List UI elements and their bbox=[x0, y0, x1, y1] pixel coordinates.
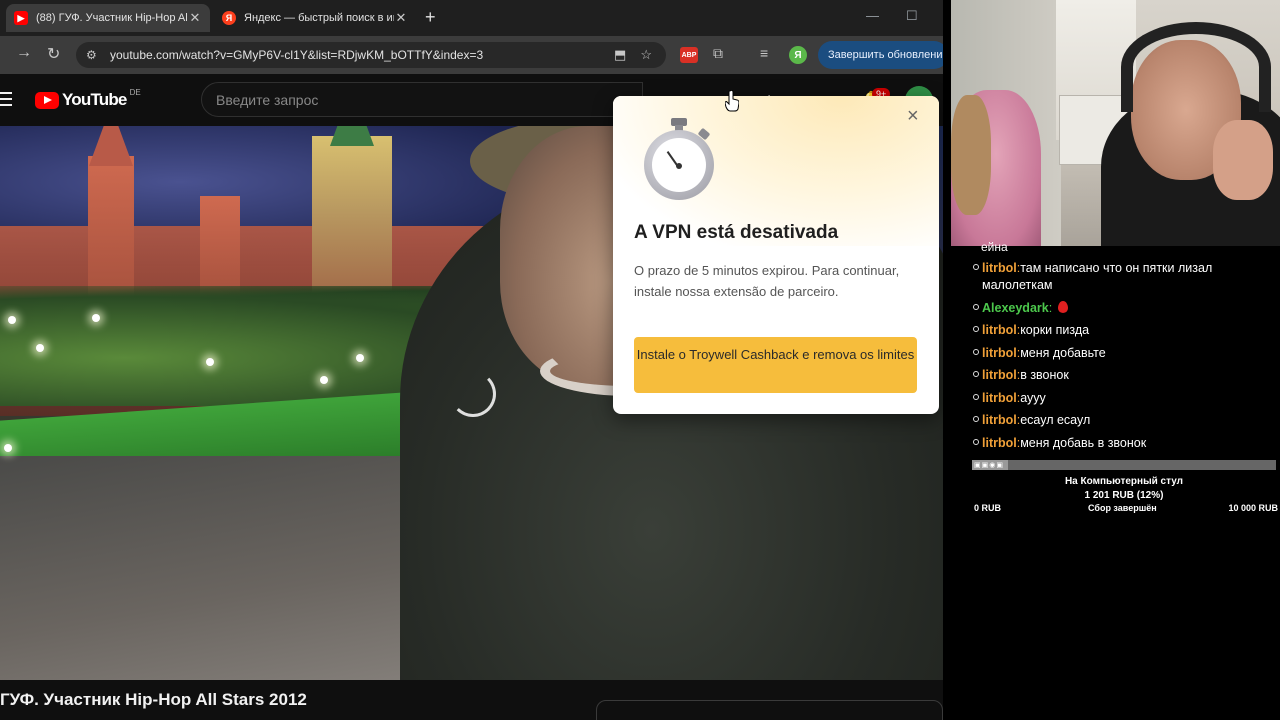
goal-status: Сбор завершён bbox=[1088, 503, 1157, 513]
chat-bullet-icon bbox=[973, 416, 979, 422]
chat-text: меня добавьте bbox=[1020, 345, 1106, 360]
popup-title: A VPN está desativada bbox=[634, 222, 839, 243]
chat-message: litrbol:меня добавьте bbox=[973, 345, 1273, 362]
chat-nick: litrbol bbox=[982, 368, 1017, 382]
cam-streamer-hand bbox=[1213, 120, 1273, 200]
goal-progress-bar: ▣▣◉▣ bbox=[972, 460, 1276, 470]
tab-title: (88) ГУФ. Участник Hip-Hop All Stars 201… bbox=[36, 12, 188, 24]
donation-goal: ▣▣◉▣ На Компьютерный стул 1 201 RUB (12%… bbox=[972, 460, 1278, 517]
street-light bbox=[320, 376, 328, 384]
headset-icon bbox=[1121, 22, 1271, 112]
goal-max-label: 10 000 RUB bbox=[1228, 503, 1278, 513]
yandex-icon: Я bbox=[222, 11, 236, 25]
close-icon[interactable]: ✕ bbox=[188, 10, 202, 26]
chat-nick: litrbol bbox=[982, 345, 1017, 360]
site-info-icon[interactable]: ⚙ bbox=[86, 48, 102, 62]
close-icon[interactable]: × bbox=[907, 106, 919, 126]
hand-cursor-icon bbox=[725, 90, 739, 112]
youtube-logo[interactable]: YouTube DE bbox=[35, 87, 141, 110]
new-tab-button[interactable]: + bbox=[425, 7, 436, 28]
chat-message: Alexeydark: bbox=[973, 300, 1273, 317]
chat-text: аууу bbox=[1020, 390, 1046, 405]
chat-bullet-icon bbox=[973, 393, 979, 400]
vpn-popup: × A VPN está desativada O prazo de 5 min… bbox=[613, 96, 939, 414]
stream-overlay: ейна litrbol:там написано что он пятки л… bbox=[943, 0, 1280, 720]
youtube-icon: ▶ bbox=[14, 11, 28, 25]
street-light bbox=[36, 344, 44, 352]
search-placeholder: Введите запрос bbox=[216, 91, 319, 108]
adblock-icon[interactable]: ABP bbox=[680, 47, 698, 63]
chat-bullet-icon bbox=[973, 371, 979, 377]
chat-bullet-icon bbox=[973, 438, 979, 445]
address-bar[interactable]: ⚙ youtube.com/watch?v=GMyP6V-cl1Y&list=R… bbox=[76, 42, 666, 68]
street-light bbox=[8, 316, 16, 324]
chat-message: litrbol:меня добавь в звонок bbox=[973, 435, 1273, 452]
profile-avatar[interactable]: Я bbox=[789, 46, 807, 64]
chat-nick: Alexeydark bbox=[982, 300, 1049, 315]
browser-toolbar: → ↻ ⚙ youtube.com/watch?v=GMyP6V-cl1Y&li… bbox=[0, 36, 943, 74]
chat-message: litrbol:там написано что он пятки лизал … bbox=[973, 260, 1273, 294]
media-controls-icon[interactable]: ≡ bbox=[760, 45, 768, 61]
tab-strip: ▶ (88) ГУФ. Участник Hip-Hop All Stars 2… bbox=[0, 0, 943, 36]
chat-bullet-icon bbox=[973, 326, 979, 332]
sidebar-panel bbox=[596, 700, 943, 720]
chat-nick: litrbol bbox=[982, 435, 1017, 450]
chat-message: litrbol:в звонок bbox=[973, 367, 1273, 384]
goal-labels: 0 RUB Сбор завершён 10 000 RUB bbox=[972, 503, 1278, 517]
emote-icon bbox=[1058, 300, 1069, 313]
goal-bar-icons: ▣▣◉▣ bbox=[974, 462, 1004, 469]
extensions-icon[interactable]: ⧉ bbox=[713, 45, 723, 62]
video-title: ГУФ. Участник Hip-Hop All Stars 2012 bbox=[0, 690, 307, 709]
chat-text: меня добавь в звонок bbox=[1020, 435, 1147, 450]
goal-title: На Компьютерный стул bbox=[1064, 476, 1184, 487]
url-text: youtube.com/watch?v=GMyP6V-cl1Y&list=RDj… bbox=[110, 48, 484, 62]
chat-bullet-icon bbox=[973, 348, 979, 355]
chat-message: litrbol:аууу bbox=[973, 390, 1273, 407]
chat-nick: litrbol bbox=[982, 261, 1017, 275]
tab-title: Яндекс — быстрый поиск в интернете bbox=[244, 12, 394, 24]
cam-person-left-hair bbox=[951, 95, 991, 215]
install-extension-button[interactable]: Instale o Troywell Cashback e remova os … bbox=[634, 337, 917, 393]
chat-bullet-icon bbox=[973, 303, 979, 310]
search-input[interactable]: Введите запрос bbox=[201, 82, 643, 117]
street-light bbox=[206, 358, 214, 366]
close-icon[interactable]: ✕ bbox=[394, 10, 408, 26]
goal-min-label: 0 RUB bbox=[974, 503, 1002, 513]
maximize-icon[interactable]: ☐ bbox=[906, 8, 918, 24]
logo-text: YouTube bbox=[62, 90, 127, 109]
tab-yandex[interactable]: Я Яндекс — быстрый поиск в интернете ✕ bbox=[214, 4, 416, 32]
chat-message: litrbol:есаул есаул bbox=[973, 412, 1273, 429]
loading-spinner-icon bbox=[450, 371, 496, 417]
popup-body: O prazo de 5 minutos expirou. Para conti… bbox=[634, 263, 900, 299]
install-app-icon[interactable]: ⬒ bbox=[614, 47, 626, 63]
street-light bbox=[356, 354, 364, 362]
chat-nick: litrbol bbox=[982, 390, 1017, 405]
webcam-feed bbox=[951, 0, 1280, 246]
chat-bullet-icon bbox=[973, 264, 979, 270]
minimize-icon[interactable]: — bbox=[866, 8, 879, 23]
reload-icon[interactable]: ↻ bbox=[47, 44, 60, 64]
chat-nick: litrbol bbox=[982, 413, 1017, 427]
street-light bbox=[4, 444, 12, 452]
chat-text: в звонок bbox=[1020, 368, 1069, 382]
youtube-play-icon bbox=[35, 91, 59, 109]
menu-icon[interactable] bbox=[0, 92, 12, 110]
tab-youtube[interactable]: ▶ (88) ГУФ. Участник Hip-Hop All Stars 2… bbox=[6, 4, 210, 32]
street-light bbox=[92, 314, 100, 322]
chat-nick: litrbol bbox=[982, 323, 1017, 337]
goal-amount: 1 201 RUB (12%) bbox=[1084, 490, 1164, 501]
browser-window: ▶ (88) ГУФ. Участник Hip-Hop All Stars 2… bbox=[0, 0, 943, 720]
chat-message: litrbol:корки пизда bbox=[973, 322, 1273, 339]
chat-list: litrbol:там написано что он пятки лизал … bbox=[973, 260, 1273, 457]
chat-partial-line: ейна bbox=[981, 240, 1008, 254]
update-button[interactable]: Завершить обновление bbox=[818, 41, 943, 69]
forward-icon[interactable]: → bbox=[16, 44, 32, 62]
region-code: DE bbox=[129, 87, 141, 97]
stopwatch-icon bbox=[643, 118, 715, 200]
chat-text: есаул есаул bbox=[1020, 413, 1091, 427]
bookmark-star-icon[interactable]: ☆ bbox=[640, 47, 652, 63]
chat-text: корки пизда bbox=[1020, 323, 1090, 337]
